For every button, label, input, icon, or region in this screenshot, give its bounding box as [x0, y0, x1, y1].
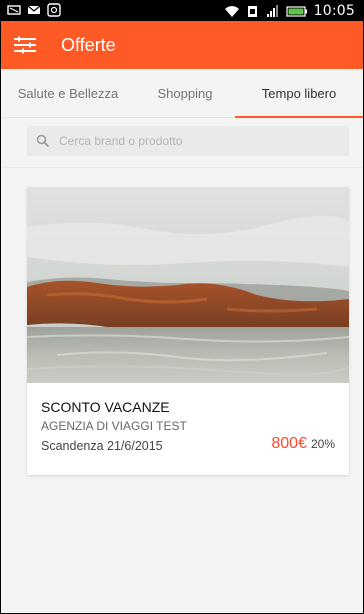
status-left-icons	[7, 3, 61, 17]
status-time: 10:05	[313, 3, 355, 19]
status-right-icons: 10:05	[224, 2, 355, 20]
page-title: Offerte	[61, 35, 116, 55]
offer-expiry: Scandenza 21/6/2015	[41, 439, 163, 453]
wifi-icon	[224, 6, 239, 17]
offer-image	[27, 187, 349, 383]
tab-tempo-libero[interactable]: Tempo libero	[235, 69, 363, 118]
status-bar: 10:05	[1, 1, 363, 21]
app-icon	[47, 3, 61, 17]
sim-icon	[247, 6, 257, 17]
search-bar-container	[1, 118, 363, 166]
offer-title: SCONTO VACANZE	[41, 399, 170, 415]
phone-screen: 10:05 Offerte Salute e Bellezza Shopping…	[0, 0, 364, 614]
battery-icon	[286, 6, 307, 17]
hamburger-menu-icon	[14, 36, 36, 54]
search-box[interactable]	[27, 126, 349, 156]
tab-shopping[interactable]: Shopping	[135, 69, 235, 117]
divider	[1, 167, 363, 168]
offer-discount: 20%	[310, 437, 335, 451]
offer-agency: AGENZIA DI VIAGGI TEST	[41, 419, 187, 433]
offer-price: 800€	[271, 435, 307, 452]
signal-icon	[266, 5, 278, 17]
menu-button[interactable]	[1, 21, 49, 69]
search-input[interactable]	[57, 133, 341, 149]
offer-card[interactable]: SCONTO VACANZE AGENZIA DI VIAGGI TEST Sc…	[27, 187, 349, 475]
offer-price-row: 800€ 20%	[271, 435, 335, 453]
search-icon	[36, 134, 50, 148]
notification-icon	[7, 5, 21, 15]
message-icon	[27, 5, 41, 14]
category-tabs: Salute e Bellezza Shopping Tempo libero	[1, 69, 363, 118]
tab-salute-e-bellezza[interactable]: Salute e Bellezza	[1, 69, 135, 117]
offer-details: SCONTO VACANZE AGENZIA DI VIAGGI TEST Sc…	[27, 383, 349, 475]
app-bar: Offerte	[1, 21, 363, 69]
